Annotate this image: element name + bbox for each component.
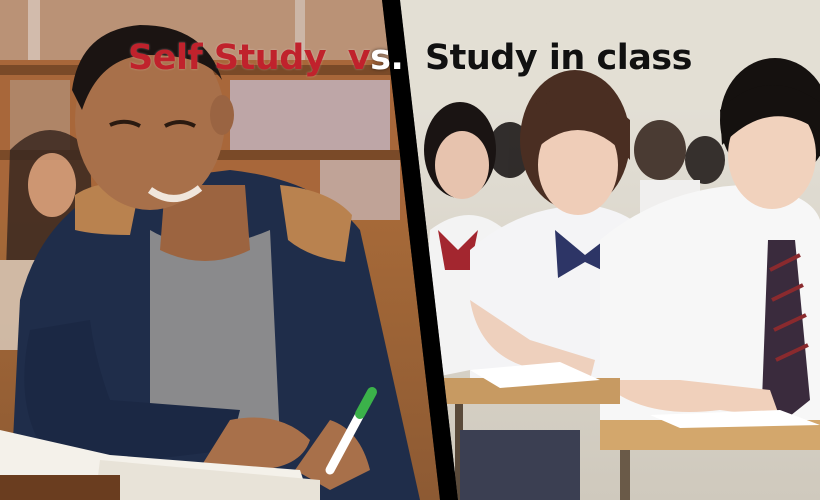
page-title: Self Study vs. Study in class <box>0 38 820 78</box>
title-vs-s: s. <box>370 38 404 78</box>
title-vs-v: v <box>347 38 371 78</box>
title-study-in-class: Study in class <box>424 38 693 78</box>
title-self-study: Self Study <box>128 38 327 78</box>
